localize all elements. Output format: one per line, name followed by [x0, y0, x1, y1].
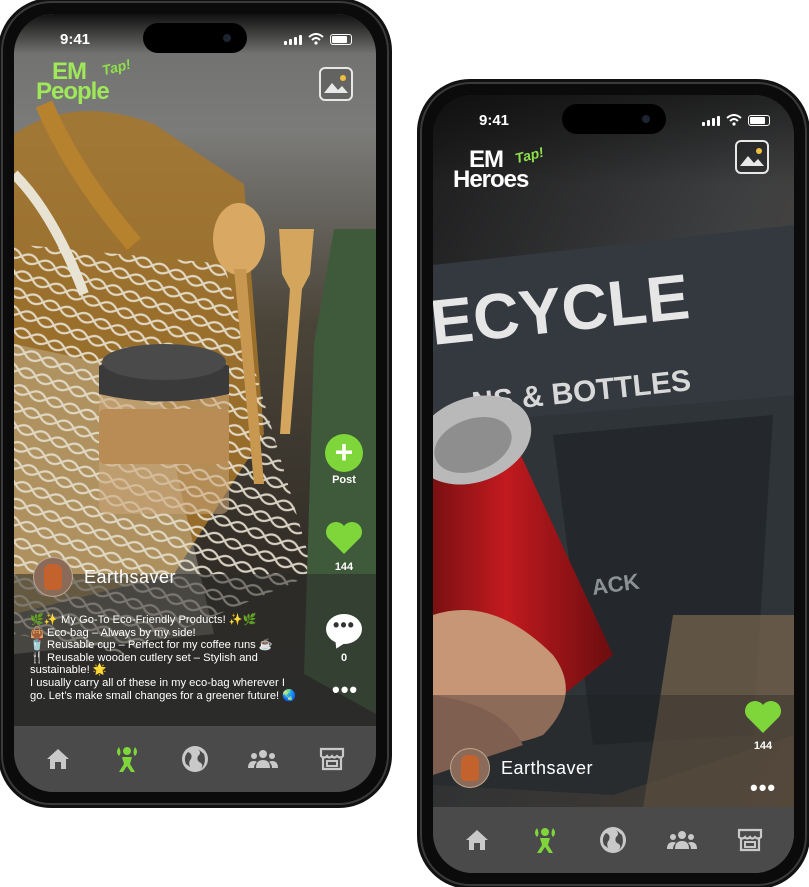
status-bar: 9:41 [433, 95, 794, 145]
author-name: Earthsaver [84, 566, 177, 587]
community-icon [248, 750, 279, 768]
dynamic-island [143, 23, 247, 53]
home-icon [466, 830, 489, 850]
caption-line: I usually carry all of these in my eco-b… [30, 676, 285, 689]
image-icon [740, 148, 764, 166]
app-logo: EM Heroes Tap! [453, 144, 545, 194]
avatar [33, 557, 73, 597]
eco-person-icon [116, 747, 137, 772]
store-icon [737, 828, 762, 852]
plus-icon: + [325, 434, 363, 472]
nav-home[interactable] [41, 742, 75, 776]
heart-icon [745, 701, 781, 733]
logo-line2: Heroes [453, 166, 529, 194]
bottom-nav [14, 726, 376, 792]
caption-line: go. Let’s make small changes for a green… [30, 689, 297, 702]
status-icons [284, 33, 352, 45]
nav-earth[interactable] [178, 742, 212, 776]
like-button[interactable]: 144 [743, 699, 783, 752]
nav-community[interactable] [246, 742, 280, 776]
avatar [450, 748, 490, 788]
caption-line: sustainable! 🌟 [30, 664, 107, 677]
post-label: Post [332, 474, 356, 486]
store-icon [319, 747, 344, 771]
camera-icon [223, 34, 231, 42]
bottom-nav [433, 807, 794, 873]
app-logo: EM People Tap! [36, 56, 132, 106]
more-options-button[interactable]: ••• [332, 677, 358, 703]
logo-line2: People [36, 78, 110, 106]
like-count: 144 [753, 740, 773, 752]
nav-earth[interactable] [596, 823, 630, 857]
phone-left: 9:41 EM People Tap! + Post 144 ••• 0 •••… [1, 1, 389, 805]
more-options-button[interactable]: ••• [750, 775, 776, 801]
like-button[interactable]: 144 [324, 520, 364, 573]
comment-count: 0 [340, 652, 348, 664]
caption-line: 👜 Eco-bag – Always by my side! [30, 626, 196, 639]
wifi-icon [726, 114, 742, 126]
post-button[interactable]: + Post [324, 434, 364, 486]
nav-store[interactable] [315, 742, 349, 776]
eco-person-icon [535, 828, 556, 853]
status-time: 9:41 [479, 112, 510, 129]
author-name: Earthsaver [501, 757, 594, 778]
like-count: 144 [334, 561, 354, 573]
post-caption: 🌿✨ My Go-To Eco-Friendly Products! ✨🌿 👜 … [30, 614, 296, 702]
nav-eco[interactable] [528, 823, 562, 857]
screen-right: ECYCLE NS & BOTTLES ACK 9:41 EM Heroes T… [433, 95, 794, 873]
caption-line: 🥤 Reusable cup – Perfect for my coffee r… [30, 639, 273, 652]
earth-icon [600, 827, 627, 853]
nav-home[interactable] [460, 823, 494, 857]
status-icons [702, 114, 770, 126]
gallery-button[interactable] [735, 140, 769, 174]
community-icon [666, 831, 697, 849]
gallery-button[interactable] [319, 67, 353, 101]
caption-line: 🍴 Reusable wooden cutlery set – Stylish … [30, 651, 258, 664]
comment-button[interactable]: ••• 0 [324, 614, 364, 664]
nav-community[interactable] [665, 823, 699, 857]
camera-icon [641, 115, 650, 123]
phone-right: ECYCLE NS & BOTTLES ACK 9:41 EM Heroes T… [420, 82, 807, 886]
post-author[interactable]: Earthsaver [450, 748, 593, 788]
image-icon [324, 75, 348, 93]
dynamic-island [561, 104, 666, 134]
signal-icon [702, 116, 720, 126]
home-icon [47, 749, 70, 769]
battery-icon [748, 115, 770, 126]
post-author[interactable]: Earthsaver [33, 557, 176, 597]
comment-icon: ••• [326, 614, 362, 644]
earth-icon [181, 746, 208, 772]
wifi-icon [308, 33, 324, 45]
battery-icon [330, 34, 352, 45]
nav-store[interactable] [733, 823, 767, 857]
signal-icon [284, 35, 302, 45]
status-time: 9:41 [60, 31, 91, 48]
screen-left: 9:41 EM People Tap! + Post 144 ••• 0 •••… [14, 14, 376, 792]
heart-icon [326, 522, 362, 554]
caption-line: 🌿✨ My Go-To Eco-Friendly Products! ✨🌿 [30, 614, 257, 626]
status-bar: 9:41 [14, 14, 376, 64]
nav-eco[interactable] [110, 742, 144, 776]
